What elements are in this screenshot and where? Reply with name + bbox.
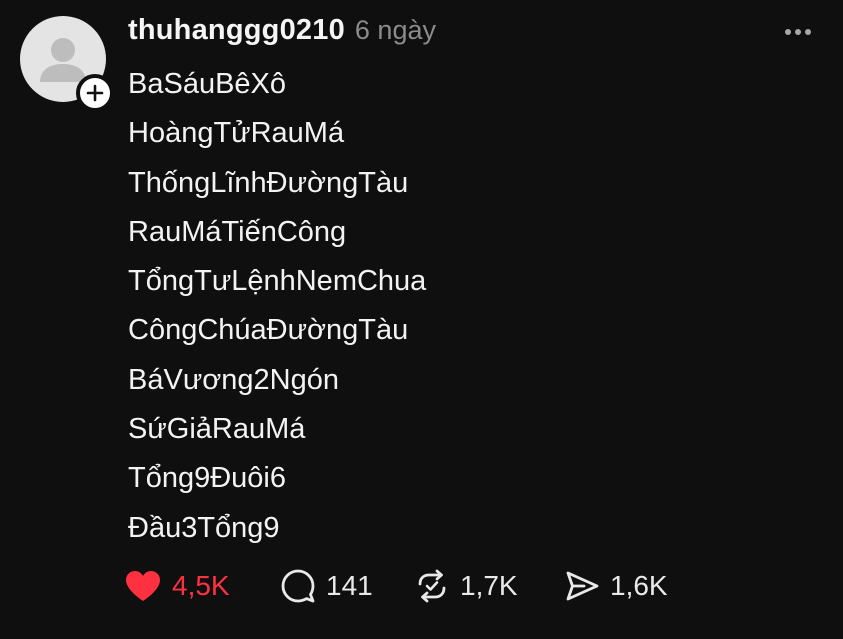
thread-post: thuhanggg0210 6 ngày BaSáuBêXô HoàngTửRa… [0, 0, 843, 639]
action-bar: 4,5K 141 1,7K 1,6K [124, 566, 724, 606]
post-line: ThốngLĩnhĐườngTàu [128, 166, 409, 199]
post-line: Đầu3Tổng9 [128, 511, 280, 544]
post-line: BaSáuBêXô [128, 68, 287, 100]
share-button[interactable]: 1,6K [564, 566, 668, 606]
post-header: thuhanggg0210 6 ngày [128, 14, 436, 52]
share-count: 1,6K [610, 570, 668, 601]
share-icon [566, 571, 599, 601]
post-line: SứGiảRauMá [128, 413, 306, 446]
more-dot [785, 29, 791, 35]
more-icon[interactable] [778, 22, 818, 42]
post-body: BaSáuBêXô HoàngTửRauMá ThốngLĩnhĐườngTàu… [128, 64, 426, 557]
follow-button[interactable] [76, 74, 114, 112]
post-line: Tổng9Đuôi6 [128, 462, 286, 495]
post-line: BáVương2Ngón [128, 363, 339, 396]
post-time: 6 ngày [354, 15, 436, 45]
comment-button[interactable]: 141 [280, 566, 373, 606]
username[interactable]: thuhanggg0210 [128, 14, 345, 47]
plus-icon [86, 84, 104, 102]
post-line: TổngTưLệnhNemChua [128, 265, 427, 298]
heart-icon [126, 571, 160, 601]
like-button[interactable]: 4,5K [124, 566, 230, 606]
repost-button[interactable]: 1,7K [414, 566, 518, 606]
more-dot [795, 29, 801, 35]
avatar-container [20, 16, 114, 112]
repost-icon [418, 569, 446, 603]
more-dot [805, 29, 811, 35]
post-line: RauMáTiếnCông [128, 215, 347, 248]
comment-icon [281, 569, 315, 603]
post-line: CôngChúaĐườngTàu [128, 314, 409, 347]
comment-count: 141 [326, 570, 373, 601]
repost-count: 1,7K [460, 570, 518, 601]
post-line: HoàngTửRauMá [128, 117, 345, 150]
like-count: 4,5K [172, 570, 230, 601]
